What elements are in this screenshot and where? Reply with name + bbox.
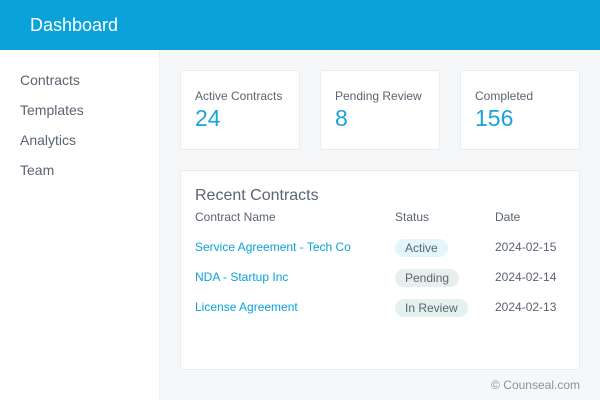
stat-label: Active Contracts — [195, 89, 283, 103]
contract-date: 2024-02-14 — [495, 270, 557, 284]
stat-label: Completed — [475, 89, 534, 103]
sidebar-item-team[interactable]: Team — [0, 160, 159, 190]
status-badge: In Review — [395, 299, 468, 317]
status-badge: Pending — [395, 269, 460, 287]
stat-value: 24 — [195, 105, 221, 131]
sidebar-item-contracts[interactable]: Contracts — [0, 70, 159, 100]
table-row: NDA - Startup Inc Pending 2024-02-14 — [181, 269, 581, 294]
page-title: Dashboard — [30, 14, 119, 35]
sidebar: Contracts Templates Analytics Team — [0, 50, 160, 400]
status-badge: Active — [395, 239, 448, 257]
contract-link[interactable]: NDA - Startup Inc — [195, 270, 288, 284]
sidebar-item-analytics[interactable]: Analytics — [0, 130, 159, 160]
top-bar: Dashboard — [0, 0, 600, 50]
contract-link[interactable]: Service Agreement - Tech Co — [195, 240, 351, 254]
recent-contracts-panel: Recent Contracts Contract Name Status Da… — [180, 170, 580, 370]
table-row: Service Agreement - Tech Co Active 2024-… — [181, 239, 581, 264]
stat-card-completed: Completed 156 — [460, 70, 580, 150]
column-header-status: Status — [395, 210, 430, 224]
stat-value: 8 — [335, 105, 348, 131]
column-header-date: Date — [495, 210, 521, 224]
table-row: License Agreement In Review 2024-02-13 — [181, 299, 581, 324]
footer-copyright: © Counseal.com — [491, 378, 580, 392]
stat-label: Pending Review — [335, 89, 422, 103]
stat-value: 156 — [475, 105, 514, 131]
sidebar-item-templates[interactable]: Templates — [0, 100, 159, 130]
column-header-name: Contract Name — [195, 210, 276, 224]
contract-link[interactable]: License Agreement — [195, 300, 298, 314]
recent-contracts-title: Recent Contracts — [195, 187, 319, 204]
stat-card-pending: Pending Review 8 — [320, 70, 440, 150]
contract-date: 2024-02-15 — [495, 240, 557, 254]
stat-card-active: Active Contracts 24 — [180, 70, 300, 150]
contract-date: 2024-02-13 — [495, 300, 557, 314]
